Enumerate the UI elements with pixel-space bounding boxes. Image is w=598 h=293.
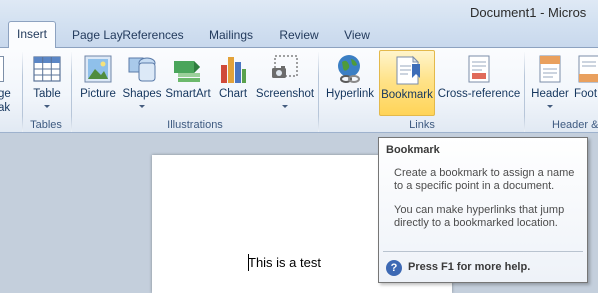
hyperlink-icon [338, 55, 360, 83]
header-icon [539, 55, 561, 83]
bookmark-icon [396, 55, 420, 85]
group-label-header-footer: Header & [552, 119, 598, 131]
tab-review[interactable]: Review [277, 24, 321, 46]
group-separator [71, 52, 72, 132]
table-button[interactable]: Table [27, 50, 67, 116]
title-bar: Document1 - Micros Insert Page Lay Refer… [0, 0, 598, 50]
smartart-button[interactable]: SmartArt [165, 50, 211, 116]
cross-reference-icon [468, 55, 490, 83]
screenshot-button[interactable]: Screenshot [256, 50, 314, 116]
smartart-icon [174, 61, 200, 82]
page-break-button[interactable]: ge ak [0, 50, 14, 116]
hyperlink-button[interactable]: Hyperlink [324, 50, 376, 116]
tab-references[interactable]: References [122, 24, 184, 46]
table-label: Table [33, 88, 61, 100]
chart-button[interactable]: Chart [214, 50, 252, 116]
bookmark-button[interactable]: Bookmark [379, 50, 435, 116]
shapes-button[interactable]: Shapes [122, 50, 162, 116]
footer-label: Foot [574, 88, 598, 100]
word-window: Document1 - Micros Insert Page Lay Refer… [0, 0, 598, 293]
table-icon [33, 56, 61, 82]
group-label-links: Links [409, 119, 435, 131]
ribbon: ge ak Table Tables Picture Shapes SmartA… [0, 47, 598, 133]
text-cursor [248, 254, 249, 271]
hyperlink-label: Hyperlink [326, 88, 374, 100]
screenshot-dropdown-arrow [282, 105, 288, 108]
tooltip-description: Create a bookmark to assign a name to a … [394, 167, 575, 192]
screenshot-icon [272, 55, 298, 78]
cross-reference-button[interactable]: Cross-reference [438, 50, 520, 116]
tab-page-layout[interactable]: Page Lay [72, 24, 123, 46]
shapes-icon [128, 57, 156, 82]
window-title: Document1 - Micros [470, 5, 587, 20]
footer-icon [578, 55, 598, 83]
tab-view[interactable]: View [340, 24, 374, 46]
page-break-icon [0, 56, 4, 82]
picture-icon [84, 55, 112, 83]
bookmark-tooltip: Bookmark Create a bookmark to assign a n… [378, 137, 588, 283]
tooltip-body: Create a bookmark to assign a name to a … [394, 167, 582, 242]
tooltip-hyperlink-note: You can make hyperlinks that jump direct… [394, 204, 565, 230]
tab-mailings[interactable]: Mailings [204, 24, 258, 46]
header-dropdown-arrow [547, 105, 553, 108]
shapes-dropdown-arrow [139, 105, 145, 108]
group-label-tables: Tables [30, 119, 62, 131]
header-label: Header [531, 88, 569, 100]
footer-button[interactable]: Foot [574, 50, 598, 116]
help-text: Press F1 for more help. [408, 261, 531, 273]
picture-button[interactable]: Picture [79, 50, 117, 116]
screenshot-label: Screenshot [255, 88, 315, 100]
help-icon: ? [386, 260, 402, 276]
tab-insert[interactable]: Insert [8, 21, 56, 48]
chart-icon [221, 57, 246, 83]
page-break-label-line1: ge [0, 88, 11, 100]
bookmark-label: Bookmark [381, 89, 433, 101]
document-text[interactable]: This is a test [248, 255, 321, 270]
group-label-illustrations: Illustrations [167, 119, 223, 131]
smartart-label: SmartArt [165, 88, 211, 100]
header-button[interactable]: Header [530, 50, 570, 116]
table-dropdown-arrow [44, 105, 50, 108]
cross-reference-label: Cross-reference [437, 88, 521, 100]
tooltip-title: Bookmark [386, 144, 440, 156]
tooltip-divider [383, 251, 583, 252]
page-break-label-line2: ak [0, 102, 11, 114]
